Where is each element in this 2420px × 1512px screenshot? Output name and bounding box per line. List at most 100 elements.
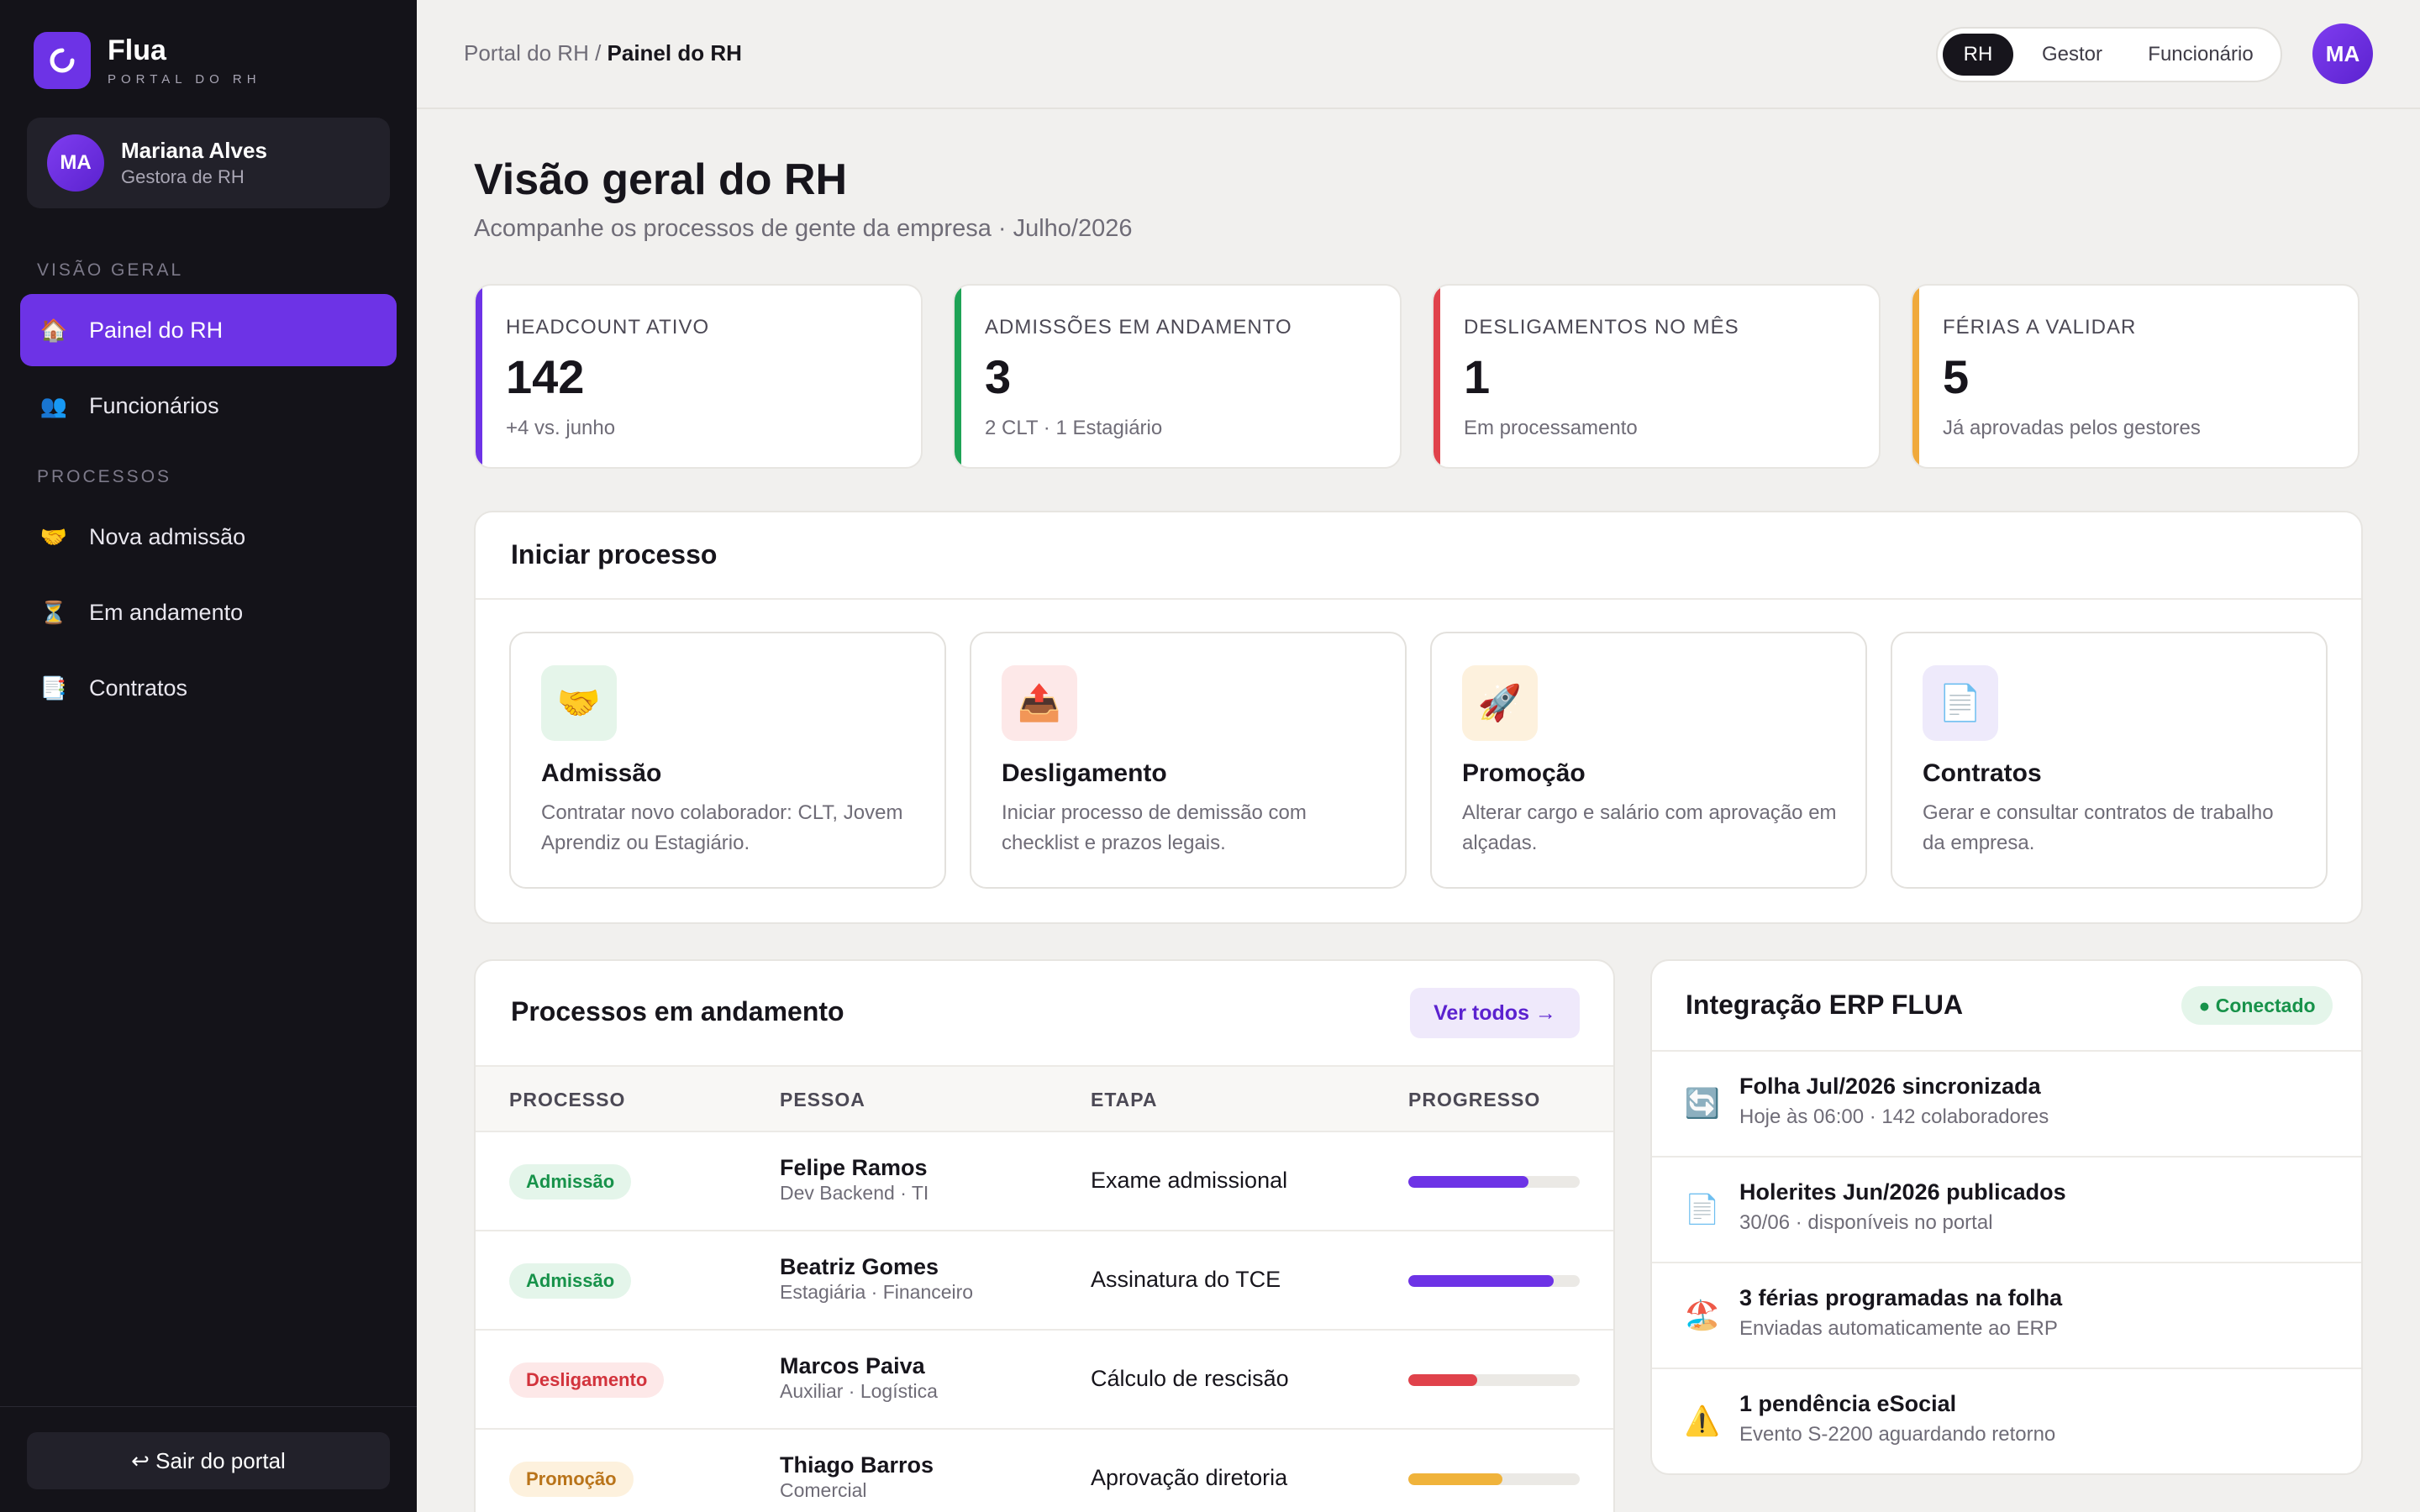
stat-accent-bar	[1434, 286, 1440, 467]
action-description: Gerar e consultar contratos de trabalho …	[1923, 801, 2274, 854]
stat-note: 2 CLT · 1 Estagiário	[985, 417, 1163, 439]
action-title: Promoção	[1462, 759, 1586, 787]
list-item[interactable]: 📄 Holerites Jun/2026 publicados 30/06 · …	[1652, 1156, 2361, 1262]
table-row[interactable]: Desligamento Marcos Paiva Auxiliar · Log…	[476, 1331, 1613, 1430]
sidebar-item-label: Em andamento	[89, 599, 244, 625]
breadcrumb-root[interactable]: Portal do RH	[464, 40, 589, 66]
user-card[interactable]: MA Mariana Alves Gestora de RH	[27, 118, 390, 208]
column-header[interactable]: PROGRESSO	[1408, 1089, 1540, 1111]
process-stage: Assinatura do TCE	[1091, 1267, 1281, 1292]
erp-title: Integração ERP FLUA	[1686, 990, 1964, 1020]
process-stage: Exame admissional	[1091, 1168, 1288, 1193]
stat-note: +4 vs. junho	[506, 417, 616, 439]
table-row[interactable]: Admissão Beatriz Gomes Estagiária · Fina…	[476, 1231, 1613, 1331]
list-item[interactable]: 🏖️ 3 férias programadas na folha Enviada…	[1652, 1262, 2361, 1368]
stat-value: 142	[506, 350, 585, 403]
progress-fill	[1408, 1473, 1503, 1485]
table-row[interactable]: Admissão Felipe Ramos Dev Backend · TI E…	[476, 1132, 1613, 1231]
divider	[476, 598, 2361, 600]
action-description: Contratar novo colaborador: CLT, Jovem A…	[541, 801, 903, 854]
rocket-icon: 🚀	[1462, 665, 1538, 741]
process-tag: Admissão	[509, 1164, 632, 1200]
sidebar-item-funcionarios[interactable]: 👥 Funcionários	[20, 370, 397, 442]
progress-bar	[1408, 1176, 1580, 1188]
list-item[interactable]: 🔄 Folha Jul/2026 sincronizada Hoje às 06…	[1652, 1050, 2361, 1156]
action-description: Iniciar processo de demissão com checkli…	[1002, 801, 1307, 854]
process-tag: Desligamento	[509, 1362, 665, 1398]
role-button-gestor[interactable]: Gestor	[2013, 34, 2131, 76]
house-icon: 🏠	[39, 317, 68, 343]
person-name: Beatriz Gomes	[780, 1254, 939, 1279]
sidebar-item-contratos[interactable]: 📑 Contratos	[20, 652, 397, 724]
progress-fill	[1408, 1176, 1528, 1188]
list-item[interactable]: ⚠️ 1 pendência eSocial Evento S-2200 agu…	[1652, 1368, 2361, 1473]
erp-item-subtitle: Hoje às 06:00 · 142 colaboradores	[1739, 1105, 2049, 1128]
stat-accent-bar	[955, 286, 961, 467]
column-header[interactable]: PROCESSO	[509, 1089, 625, 1111]
person-name: Thiago Barros	[780, 1452, 934, 1478]
stat-card-headcount: HEADCOUNT ATIVO 142 +4 vs. junho	[474, 284, 923, 469]
process-stage: Cálculo de rescisão	[1091, 1366, 1289, 1391]
person-department: Comercial	[780, 1479, 867, 1501]
erp-panel: Integração ERP FLUA ● Conectado 🔄 Folha …	[1650, 959, 2363, 1475]
action-title: Desligamento	[1002, 759, 1167, 787]
role-switch: RH Gestor Funcionário	[1936, 27, 2282, 82]
table-row[interactable]: Promoção Thiago Barros Comercial Aprovaç…	[476, 1430, 1613, 1512]
action-card-desligamento[interactable]: 📤 Desligamento Iniciar processo de demis…	[970, 632, 1407, 889]
sidebar-item-em-andamento[interactable]: ⏳ Em andamento	[20, 576, 397, 648]
sidebar-item-painel[interactable]: 🏠 Painel do RH	[20, 294, 397, 366]
stat-card-desligamentos: DESLIGAMENTOS NO MÊS 1 Em processamento	[1432, 284, 1881, 469]
user-name: Mariana Alves	[121, 138, 267, 163]
stat-accent-bar	[1912, 286, 1919, 467]
action-title: Admissão	[541, 759, 662, 787]
column-header[interactable]: ETAPA	[1091, 1089, 1158, 1111]
erp-item-subtitle: Evento S-2200 aguardando retorno	[1739, 1423, 2056, 1446]
stat-value: 5	[1943, 350, 1970, 403]
brand[interactable]: Flua PORTAL DO RH	[34, 32, 261, 89]
brand-subtitle: PORTAL DO RH	[108, 72, 261, 87]
breadcrumb-separator: /	[588, 40, 608, 66]
action-description: Alterar cargo e salário com aprovação em…	[1462, 801, 1837, 854]
sidebar: Flua PORTAL DO RH MA Mariana Alves Gesto…	[0, 0, 417, 1512]
view-all-button[interactable]: Ver todos →	[1410, 988, 1580, 1038]
page-title: Visão geral do RH	[474, 155, 848, 204]
document-icon: 📄	[1684, 1194, 1721, 1226]
sidebar-item-label: Painel do RH	[89, 317, 224, 343]
action-title: Contratos	[1923, 759, 2042, 787]
action-card-promocao[interactable]: 🚀 Promoção Alterar cargo e salário com a…	[1430, 632, 1867, 889]
person-name: Marcos Paiva	[780, 1353, 925, 1378]
role-button-funcionario[interactable]: Funcionário	[2131, 34, 2270, 76]
sidebar-item-label: Nova admissão	[89, 523, 246, 549]
progress-bar	[1408, 1374, 1580, 1386]
breadcrumb-current: Painel do RH	[607, 40, 742, 66]
page-subtitle: Acompanhe os processos de gente da empre…	[474, 215, 1133, 242]
top-avatar[interactable]: MA	[2312, 24, 2373, 84]
sidebar-footer: ↩ Sair do portal	[0, 1406, 417, 1512]
stat-card-admissoes: ADMISSÕES EM ANDAMENTO 3 2 CLT · 1 Estag…	[953, 284, 1402, 469]
role-button-rh[interactable]: RH	[1943, 34, 2013, 76]
action-card-contratos[interactable]: 📄 Contratos Gerar e consultar contratos …	[1891, 632, 2328, 889]
column-header[interactable]: PESSOA	[780, 1089, 865, 1111]
handshake-icon: 🤝	[39, 523, 68, 549]
table-header: PROCESSO PESSOA ETAPA PROGRESSO	[476, 1065, 1613, 1132]
stat-note: Em processamento	[1464, 417, 1638, 439]
stat-value: 1	[1464, 350, 1491, 403]
process-tag: Promoção	[509, 1462, 634, 1497]
handshake-icon: 🤝	[541, 665, 617, 741]
logout-button[interactable]: ↩ Sair do portal	[27, 1432, 390, 1489]
sidebar-item-label: Contratos	[89, 675, 188, 701]
erp-item-subtitle: 30/06 · disponíveis no portal	[1739, 1211, 1993, 1234]
process-tag: Admissão	[509, 1263, 632, 1299]
person-department: Estagiária · Financeiro	[780, 1281, 974, 1303]
hourglass-icon: ⏳	[39, 599, 68, 625]
erp-item-subtitle: Enviadas automaticamente ao ERP	[1739, 1317, 2058, 1340]
action-card-admissao[interactable]: 🤝 Admissão Contratar novo colaborador: C…	[509, 632, 946, 889]
breadcrumb: Portal do RH / Painel do RH	[464, 40, 742, 66]
process-stage: Aprovação diretoria	[1091, 1465, 1288, 1490]
stat-card-ferias: FÉRIAS A VALIDAR 5 Já aprovadas pelos ge…	[1911, 284, 2360, 469]
people-icon: 👥	[39, 392, 68, 418]
brand-logo-icon	[34, 32, 91, 89]
brand-name: Flua	[108, 34, 166, 66]
topbar: Portal do RH / Painel do RH RH Gestor Fu…	[417, 0, 2420, 109]
sidebar-item-nova-admissao[interactable]: 🤝 Nova admissão	[20, 501, 397, 573]
